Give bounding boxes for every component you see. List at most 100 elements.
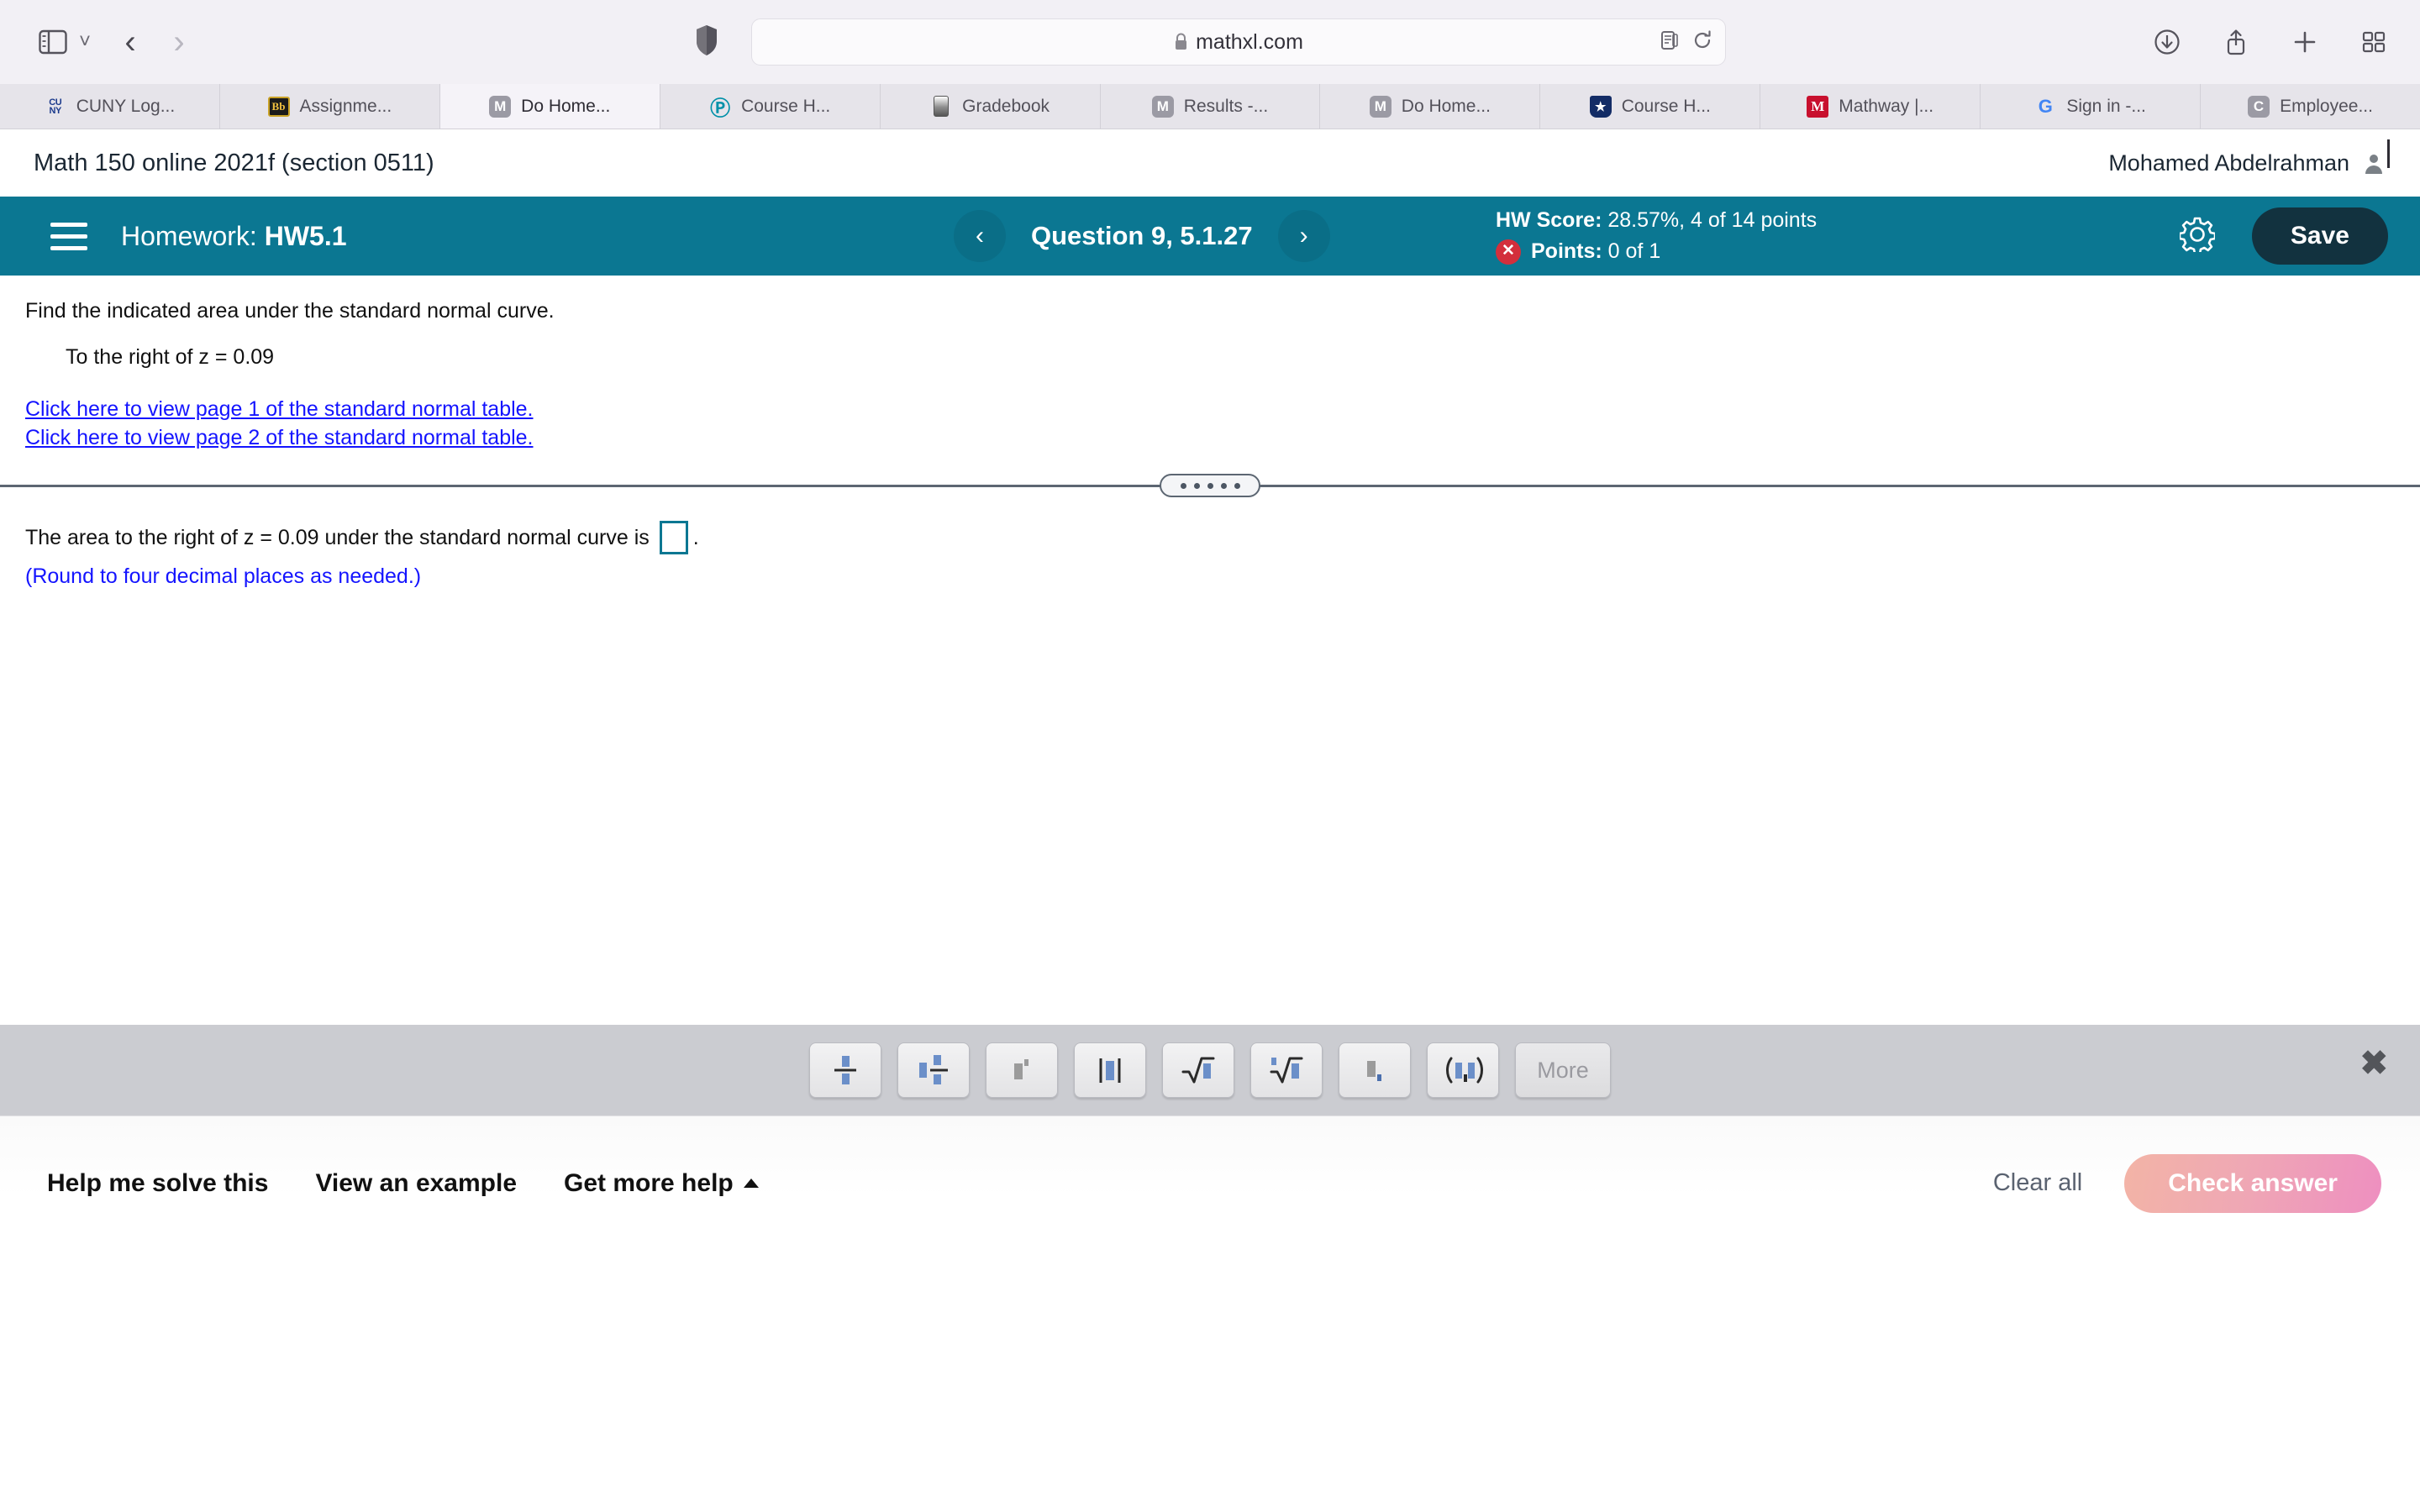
browser-tab-mathway[interactable]: M Mathway |... [1760,84,1981,129]
homework-name-label: HW5.1 [264,220,347,251]
browser-tab-assignments[interactable]: Bb Assignme... [220,84,440,129]
text-cursor [2387,139,2390,168]
tab-bar: CU NY CUNY Log... Bb Assignme... M Do Hom… [0,84,2420,129]
points-value: 0 of 1 [1607,239,1661,263]
ordered-pair-icon [1446,1057,1483,1084]
mixed-number-button[interactable] [897,1042,970,1098]
fraction-button[interactable] [809,1042,881,1098]
answer-actions-group: Clear all Check answer [1993,1153,2381,1213]
sidebar-toggle-icon[interactable] [29,18,77,66]
browser-tab-course-home-star[interactable]: ★ Course H... [1540,84,1761,129]
tab-label: Course H... [741,96,831,116]
subscript-icon [1367,1061,1381,1081]
points-label: Points: [1531,239,1608,263]
gear-icon[interactable] [2178,217,2217,256]
clear-all-button[interactable]: Clear all [1993,1169,2082,1197]
back-button[interactable]: ‹ [106,18,155,66]
back-arrow-icon: ‹ [124,24,136,60]
browser-actions-group [2143,18,2398,66]
google-icon: G [2038,95,2053,117]
browser-tab-google-signin[interactable]: G Sign in -... [1981,84,2202,129]
browser-tab-course-home-pearson[interactable]: Ⓟ Course H... [660,84,881,129]
points-row: ✕ Points: 0 of 1 [1496,237,1817,267]
next-question-button[interactable]: › [1277,210,1330,262]
ordered-pair-button[interactable] [1427,1042,1499,1098]
answer-input[interactable] [659,521,688,554]
browser-tab-employee[interactable]: C Employee... [2201,84,2420,129]
course-title: Math 150 online 2021f (section 0511) [34,149,434,176]
user-account-group[interactable]: Mohamed Abdelrahman [2108,150,2385,176]
c-icon: C [2248,95,2270,118]
square-root-icon [1181,1057,1215,1084]
points-text: Points: 0 of 1 [1531,237,1660,267]
check-answer-button[interactable]: Check answer [2124,1153,2381,1213]
absolute-value-icon [1099,1058,1121,1083]
caret-up-icon [743,1179,759,1188]
forward-button[interactable]: › [155,18,203,66]
mathway-icon: M [1807,95,1829,118]
mathxl-icon: M [489,95,512,118]
tab-label: Mathway |... [1839,96,1934,116]
nth-root-button[interactable] [1250,1042,1323,1098]
browser-tab-cuny[interactable]: CU NY CUNY Log... [0,84,220,129]
fraction-icon [834,1056,856,1084]
question-prompt: Find the indicated area under the standa… [25,299,555,323]
downloads-icon[interactable] [2143,18,2191,66]
panel-splitter [0,474,2420,497]
chevron-down-icon[interactable]: ˅ [79,30,91,54]
resize-handle-icon[interactable] [1160,474,1260,497]
help-me-solve-this-button[interactable]: Help me solve this [47,1169,268,1198]
reference-links: Click here to view page 1 of the standar… [0,370,2420,452]
answer-suffix-label: . [692,525,699,549]
forward-arrow-icon: › [173,24,185,60]
cuny-icon: CU NY [49,97,62,116]
subscript-button[interactable] [1339,1042,1411,1098]
question-actions-bar: Help me solve this View an example Get m… [0,1116,2420,1250]
browser-tab-do-homework-2[interactable]: M Do Home... [1320,84,1541,129]
math-palette-toolbar: More ✖ [0,1025,2420,1116]
tab-label: Sign in -... [2066,96,2146,116]
browser-tab-results[interactable]: M Results -... [1101,84,1321,129]
close-icon[interactable]: ✖ [2360,1047,2388,1080]
tab-overview-icon[interactable] [2349,18,2398,66]
tab-label: Assignme... [299,96,392,116]
previous-question-button[interactable]: ‹ [954,210,1006,262]
chevron-right-icon: › [1299,222,1308,249]
normal-table-page2-link[interactable]: Click here to view page 2 of the standar… [25,423,2420,452]
address-bar-actions [1658,19,1713,65]
answer-statement: The area to the right of z = 0.09 under … [0,497,2420,554]
address-bar[interactable]: mathxl.com [751,18,1726,66]
reader-view-icon[interactable] [1658,29,1680,55]
hw-score-row: HW Score: 28.57%, 4 of 14 points [1496,206,1817,236]
incorrect-x-icon: ✕ [1496,239,1521,265]
question-sub-prompt: To the right of z = 0.09 [66,345,275,369]
view-an-example-button[interactable]: View an example [315,1169,517,1198]
question-navigation: ‹ Question 9, 5.1.27 › [954,210,1330,262]
browser-tab-do-homework-active[interactable]: M Do Home... [439,84,660,129]
get-more-help-label: Get more help [564,1168,734,1197]
gradebook-icon [930,96,952,118]
tab-label: CUNY Log... [76,96,176,116]
exponent-button[interactable] [986,1042,1058,1098]
tab-label: Gradebook [962,96,1050,116]
browser-tab-gradebook[interactable]: Gradebook [881,84,1101,129]
reload-icon[interactable] [1691,29,1713,55]
mathxl-icon: M [1151,95,1174,118]
save-button[interactable]: Save [2251,207,2388,265]
answer-prefix-label: The area to the right of z = 0.09 under … [25,525,650,549]
new-tab-icon[interactable] [2281,18,2329,66]
share-icon[interactable] [2212,18,2260,66]
normal-table-page1-link[interactable]: Click here to view page 1 of the standar… [25,395,2420,423]
help-links-group: Help me solve this View an example Get m… [47,1169,759,1198]
homework-title: Homework: HW5.1 [121,221,347,252]
hamburger-menu-icon[interactable] [50,222,87,250]
question-panel: Find the indicated area under the standa… [0,276,2420,1250]
mixed-number-icon [919,1055,948,1084]
square-root-button[interactable] [1162,1042,1234,1098]
privacy-shield-icon[interactable] [694,24,719,60]
absolute-value-button[interactable] [1074,1042,1146,1098]
hw-score-label: HW Score: [1496,207,1608,232]
user-name-label: Mohamed Abdelrahman [2108,150,2349,176]
get-more-help-button[interactable]: Get more help [564,1169,759,1198]
more-symbols-button[interactable]: More [1515,1042,1611,1098]
